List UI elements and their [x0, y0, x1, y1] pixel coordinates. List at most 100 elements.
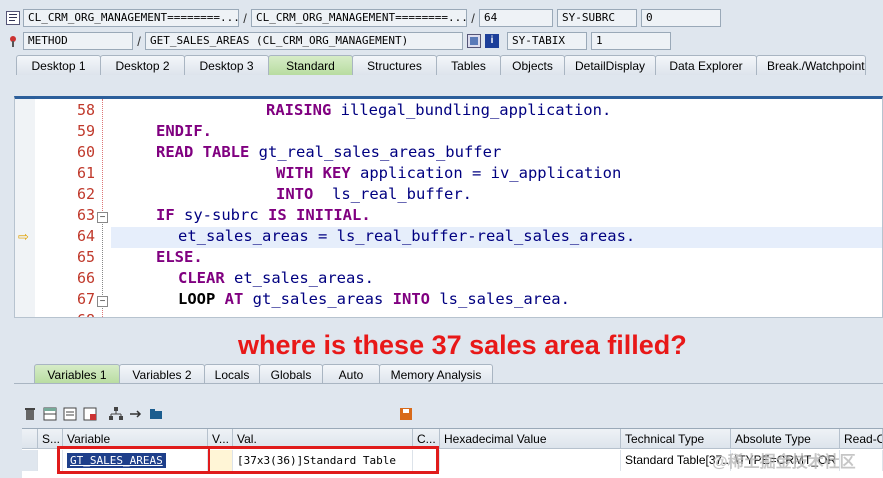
variables-toolbar [22, 404, 418, 424]
tab-desktop-2[interactable]: Desktop 2 [100, 55, 185, 75]
sysvar-name-field-2[interactable]: SY-TABIX [507, 32, 587, 50]
code-token: et_sales_areas = ls_real_buffer-real_sal… [178, 227, 636, 245]
watermark: @稀土掘金技术社区 [712, 454, 856, 471]
folder-icon[interactable] [148, 406, 164, 422]
code-token: gt_sales_areas [252, 290, 393, 308]
details-icon[interactable] [62, 406, 78, 422]
tab-variables-1[interactable]: Variables 1 [34, 364, 120, 384]
code-line[interactable]: INTO ls_real_buffer. [276, 185, 472, 203]
code-line[interactable]: CLEAR et_sales_areas. [178, 269, 374, 287]
tab-locals[interactable]: Locals [204, 364, 260, 384]
tab-detail-display[interactable]: DetailDisplay [564, 55, 656, 75]
code-keyword: INTO [276, 185, 332, 203]
line-number: 58 [76, 101, 95, 119]
line-field[interactable]: 64 [479, 9, 553, 27]
row-selector[interactable] [22, 450, 38, 471]
variable-tabs: Variables 1 Variables 2 Locals Globals A… [34, 364, 493, 384]
tab-globals[interactable]: Globals [259, 364, 323, 384]
grid-row-selector-header [22, 429, 38, 449]
column-header-technical-type[interactable]: Technical Type [621, 429, 731, 449]
code-keyword: READ TABLE [156, 143, 259, 161]
sysvar-name-field[interactable]: SY-SUBRC [557, 9, 637, 27]
fold-toggle-icon[interactable]: − [97, 212, 108, 223]
annotation-highlight-box [57, 446, 439, 474]
code-keyword: ELSE. [156, 248, 203, 266]
current-line-arrow-icon: ⇨ [18, 229, 29, 244]
tab-variables-2[interactable]: Variables 2 [119, 364, 205, 384]
tab-structures[interactable]: Structures [352, 55, 437, 75]
debugger-header: CL_CRM_ORG_MANAGEMENT========... / CL_CR… [0, 0, 883, 56]
navigate-icon[interactable] [128, 406, 144, 422]
export-icon[interactable] [82, 406, 98, 422]
column-header-read-only[interactable]: Read-O [840, 429, 883, 449]
sysvar-value-field[interactable]: 0 [641, 9, 721, 27]
column-header-hex[interactable]: Hexadecimal Value [440, 429, 621, 449]
panel-divider [14, 383, 883, 384]
code-keyword: CLEAR [178, 269, 234, 287]
line-number: 65 [76, 248, 95, 266]
code-keyword: WITH KEY [276, 164, 360, 182]
line-number: 62 [76, 185, 95, 203]
code-token: et_sales_areas. [234, 269, 374, 287]
delete-icon[interactable] [22, 406, 38, 422]
code-keyword: INTO [392, 290, 440, 308]
editor-gutter [15, 99, 35, 317]
program-icon [6, 11, 20, 25]
code-line[interactable]: IF sy-subrc IS INITIAL. [156, 206, 371, 224]
line-number: 61 [76, 164, 95, 182]
tab-desktop-3[interactable]: Desktop 3 [184, 55, 269, 75]
code-token: gt_real_sales_areas_buffer [258, 143, 502, 161]
hex-value-cell [440, 450, 621, 471]
line-number: 67 [76, 290, 95, 308]
separator: / [243, 10, 247, 26]
tab-standard[interactable]: Standard [268, 55, 353, 75]
code-line[interactable]: RAISING illegal_bundling_application. [266, 101, 611, 119]
method-icon [6, 34, 20, 48]
sysvar-value-field-2[interactable]: 1 [591, 32, 671, 50]
code-line[interactable]: et_sales_areas = ls_real_buffer-real_sal… [178, 227, 635, 245]
code-line[interactable]: ENDIF. [156, 122, 212, 140]
code-keyword: AT [224, 290, 253, 308]
column-header-absolute-type[interactable]: Absolute Type [731, 429, 840, 449]
program-field[interactable]: CL_CRM_ORG_MANAGEMENT========... [23, 9, 239, 27]
fold-toggle-icon[interactable]: − [97, 296, 108, 307]
annotation-highlight-divider [208, 449, 210, 471]
code-keyword: LOOP [178, 290, 225, 308]
line-number: 64 [76, 227, 95, 245]
code-keyword: ENDIF. [156, 122, 212, 140]
line-number: 60 [76, 143, 95, 161]
header-row-2: METHOD / GET_SALES_AREAS (CL_CRM_ORG_MAN… [0, 30, 671, 52]
code-line[interactable]: WITH KEY application = iv_application [276, 164, 621, 182]
hierarchy-icon[interactable] [108, 406, 124, 422]
abap-debugger-window: CL_CRM_ORG_MANAGEMENT========... / CL_CR… [0, 0, 883, 478]
code-line[interactable]: READ TABLE gt_real_sales_areas_buffer [156, 143, 501, 161]
code-keyword: RAISING [266, 101, 341, 119]
code-token: ls_sales_area. [439, 290, 570, 308]
tab-desktop-1[interactable]: Desktop 1 [16, 55, 101, 75]
code-keyword: IS INITIAL. [268, 206, 371, 224]
display-source-icon[interactable] [467, 34, 481, 48]
save-icon[interactable] [398, 406, 414, 422]
separator: / [137, 33, 141, 49]
code-line[interactable]: LOOP AT gt_sales_areas INTO ls_sales_are… [178, 290, 570, 308]
tab-auto[interactable]: Auto [322, 364, 380, 384]
code-token: illegal_bundling_application. [340, 101, 612, 119]
tab-memory-analysis[interactable]: Memory Analysis [379, 364, 493, 384]
tab-data-explorer[interactable]: Data Explorer [655, 55, 757, 75]
event-name-field[interactable]: GET_SALES_AREAS (CL_CRM_ORG_MANAGEMENT) [145, 32, 463, 50]
line-number: 63 [76, 206, 95, 224]
event-type-field[interactable]: METHOD [23, 32, 133, 50]
code-line[interactable]: ELSE. [156, 248, 203, 266]
tab-tables[interactable]: Tables [436, 55, 501, 75]
code-token: ls_real_buffer. [332, 185, 472, 203]
tab-breakpoints[interactable]: Break./Watchpoints [756, 55, 866, 75]
include-field[interactable]: CL_CRM_ORG_MANAGEMENT========... [251, 9, 467, 27]
table-icon[interactable] [42, 406, 58, 422]
info-icon[interactable]: i [485, 34, 499, 48]
tab-objects[interactable]: Objects [500, 55, 565, 75]
annotation-text: where is these 37 sales area filled? [238, 330, 687, 360]
source-code-editor[interactable]: ⇨ 58 RAISING illegal_bundling_application… [14, 96, 883, 318]
line-number: 68 [35, 311, 95, 317]
code-token: application = iv_application [360, 164, 622, 182]
separator: / [471, 10, 475, 26]
